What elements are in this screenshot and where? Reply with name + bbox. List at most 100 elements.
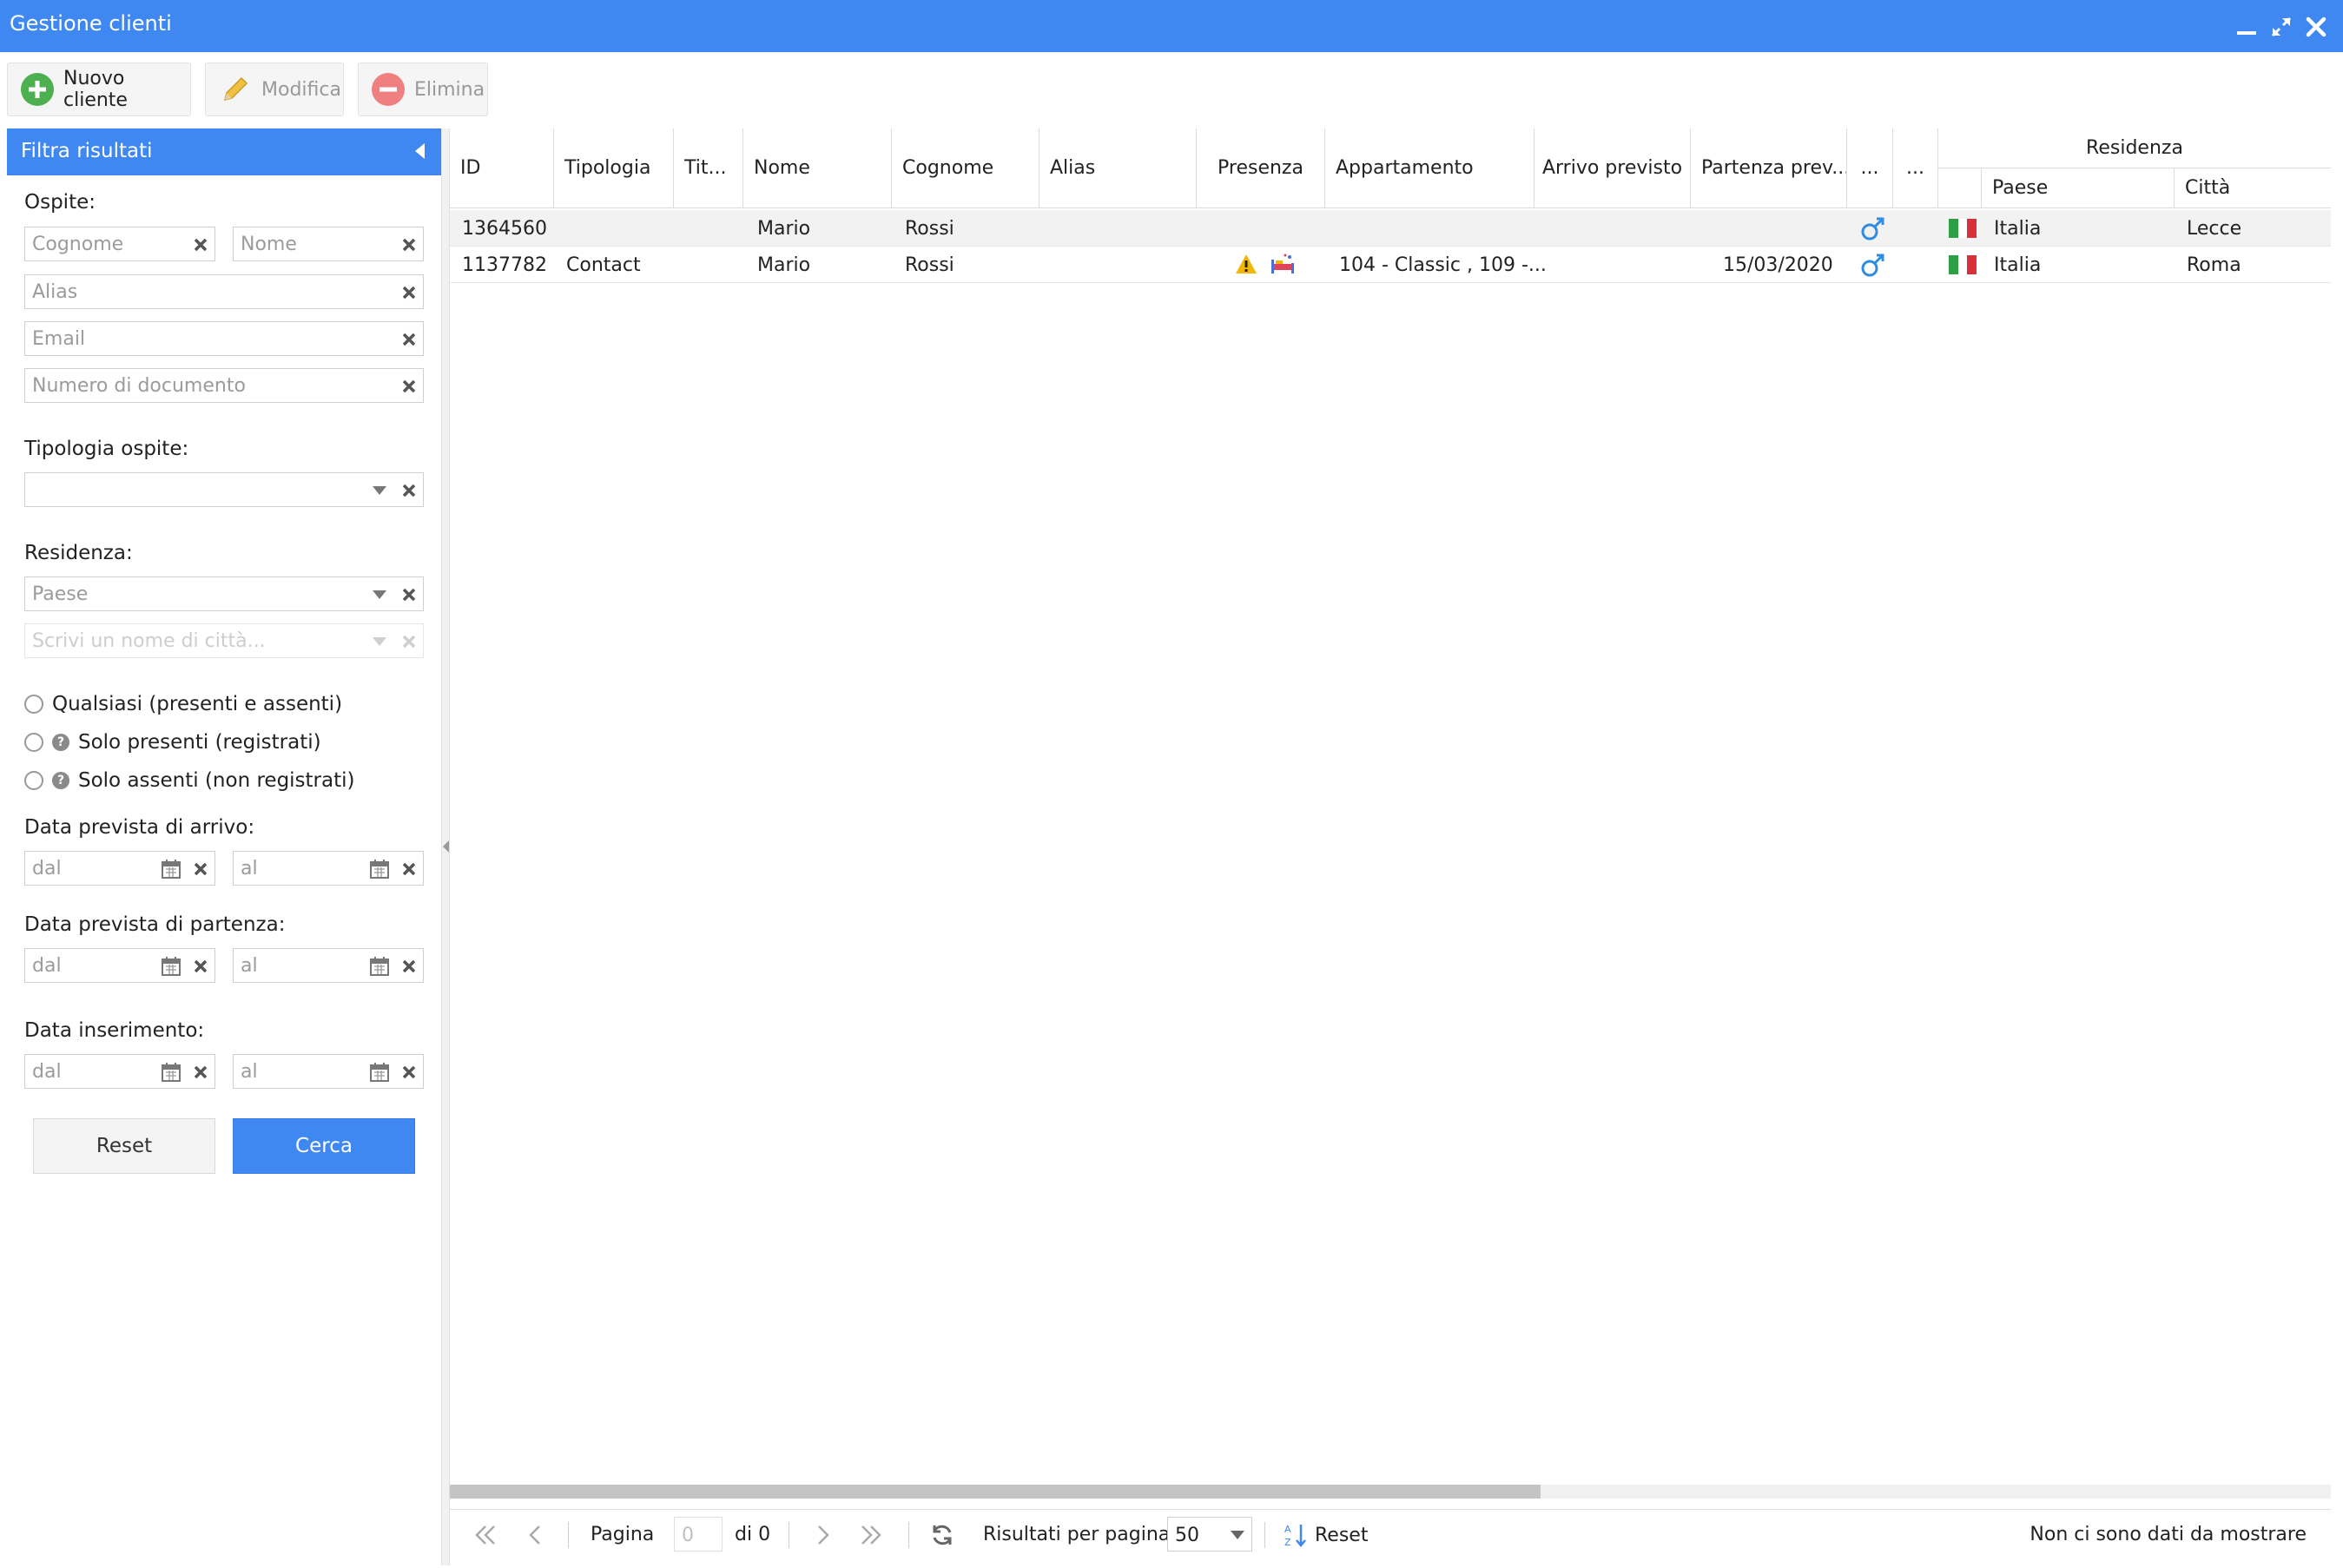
reset-filters-button[interactable]: Reset	[33, 1118, 215, 1174]
arrival-date-to-input[interactable]	[234, 852, 423, 885]
city-select[interactable]	[24, 623, 424, 658]
next-page-icon[interactable]	[809, 1522, 835, 1548]
minimize-icon[interactable]	[2235, 16, 2258, 38]
column-header-alias[interactable]: Alias	[1040, 128, 1197, 208]
radio-button[interactable]	[24, 771, 43, 790]
country-input[interactable]	[25, 577, 423, 610]
chevron-down-icon[interactable]	[373, 590, 386, 599]
first-page-icon[interactable]	[472, 1522, 498, 1548]
departure-date-to-input[interactable]	[234, 949, 423, 982]
column-header-city[interactable]: Città	[2175, 168, 2331, 208]
arrival-date-from-field[interactable]	[24, 851, 215, 886]
column-header-presence[interactable]: Presenza	[1197, 128, 1325, 208]
clear-icon[interactable]	[400, 958, 418, 975]
table-row[interactable]: 1137782 Contact Mario Rossi 104 - Classi…	[450, 247, 2331, 283]
presence-option-any[interactable]: Qualsiasi (presenti e assenti)	[24, 693, 342, 715]
arrival-date-from-input[interactable]	[25, 852, 214, 885]
surname-field[interactable]	[24, 227, 215, 261]
column-header-title[interactable]: Tit...	[674, 128, 743, 208]
insertion-date-to-field[interactable]	[233, 1054, 424, 1089]
calendar-icon[interactable]	[161, 859, 182, 880]
arrival-date-to-field[interactable]	[233, 851, 424, 886]
document-number-field[interactable]	[24, 368, 424, 403]
help-icon[interactable]: ?	[52, 772, 69, 789]
column-header-flag[interactable]	[1938, 168, 1982, 208]
email-field[interactable]	[24, 321, 424, 356]
insertion-date-to-input[interactable]	[234, 1055, 423, 1088]
clear-icon[interactable]	[400, 378, 418, 395]
column-header-id[interactable]: ID	[450, 128, 554, 208]
previous-page-icon[interactable]	[523, 1522, 549, 1548]
horizontal-scrollbar[interactable]	[450, 1485, 2331, 1499]
splitter-arrow-icon[interactable]	[443, 840, 450, 853]
maximize-icon[interactable]	[2270, 16, 2293, 38]
clear-icon[interactable]	[400, 586, 418, 603]
chevron-down-icon[interactable]	[1231, 1531, 1244, 1539]
guest-type-select[interactable]	[24, 472, 424, 507]
alias-field[interactable]	[24, 274, 424, 309]
column-header-more[interactable]: ...	[1847, 128, 1893, 208]
page-number-input[interactable]: 0	[674, 1517, 723, 1552]
chevron-down-icon[interactable]	[373, 486, 386, 495]
departure-date-from-field[interactable]	[24, 948, 215, 983]
alias-input[interactable]	[25, 275, 423, 308]
column-header-type[interactable]: Tipologia	[554, 128, 674, 208]
city-input[interactable]	[25, 624, 423, 657]
name-input[interactable]	[234, 227, 423, 260]
column-header-surname[interactable]: Cognome	[892, 128, 1040, 208]
help-icon[interactable]: ?	[52, 734, 69, 751]
name-field[interactable]	[233, 227, 424, 261]
document-number-input[interactable]	[25, 369, 423, 402]
panel-splitter[interactable]	[441, 128, 450, 1565]
country-select[interactable]	[24, 576, 424, 611]
clear-icon[interactable]	[400, 331, 418, 348]
calendar-icon[interactable]	[161, 1062, 182, 1083]
delete-button[interactable]: Elimina	[358, 63, 488, 116]
presence-option-present[interactable]: ? Solo presenti (registrati)	[24, 731, 321, 754]
email-input[interactable]	[25, 322, 423, 355]
column-header-country[interactable]: Paese	[1982, 168, 2175, 208]
clear-icon[interactable]	[192, 1064, 209, 1081]
search-button[interactable]: Cerca	[233, 1118, 415, 1174]
cell-name: Mario	[757, 218, 811, 240]
refresh-icon[interactable]	[929, 1522, 955, 1548]
clear-icon[interactable]	[400, 236, 418, 254]
radio-button[interactable]	[24, 695, 43, 714]
guest-label: Ospite:	[24, 191, 96, 214]
chevron-down-icon[interactable]	[373, 637, 386, 646]
clear-icon[interactable]	[400, 1064, 418, 1081]
table-row[interactable]: 1364560 Mario Rossi Italia Lecce	[450, 210, 2331, 247]
guest-type-input[interactable]	[25, 473, 423, 506]
collapse-panel-icon[interactable]	[413, 142, 426, 160]
surname-input[interactable]	[25, 227, 214, 260]
reset-sort-button[interactable]: AZ Reset	[1284, 1522, 1368, 1548]
clear-icon[interactable]	[192, 236, 209, 254]
column-header-arrival[interactable]: Arrivo previsto	[1534, 128, 1691, 208]
calendar-icon[interactable]	[369, 956, 390, 977]
calendar-icon[interactable]	[161, 956, 182, 977]
departure-date-to-field[interactable]	[233, 948, 424, 983]
clear-icon[interactable]	[400, 482, 418, 499]
close-icon[interactable]	[2305, 16, 2327, 38]
column-header-apartment[interactable]: Appartamento	[1325, 128, 1534, 208]
calendar-icon[interactable]	[369, 1062, 390, 1083]
clear-icon[interactable]	[400, 284, 418, 301]
column-header-more[interactable]: ...	[1893, 128, 1938, 208]
presence-option-absent[interactable]: ? Solo assenti (non registrati)	[24, 769, 355, 792]
results-per-page-select[interactable]: 50	[1167, 1517, 1252, 1552]
clear-icon[interactable]	[192, 860, 209, 878]
clear-icon[interactable]	[192, 958, 209, 975]
clear-icon[interactable]	[400, 633, 418, 650]
insertion-date-from-field[interactable]	[24, 1054, 215, 1089]
new-client-button[interactable]: Nuovo cliente	[7, 63, 191, 116]
last-page-icon[interactable]	[858, 1522, 884, 1548]
scrollbar-thumb[interactable]	[450, 1485, 1541, 1499]
insertion-date-from-input[interactable]	[25, 1055, 214, 1088]
column-header-name[interactable]: Nome	[743, 128, 892, 208]
departure-date-from-input[interactable]	[25, 949, 214, 982]
clear-icon[interactable]	[400, 860, 418, 878]
radio-button[interactable]	[24, 733, 43, 752]
calendar-icon[interactable]	[369, 859, 390, 880]
column-header-departure[interactable]: Partenza prev...	[1691, 128, 1847, 208]
edit-button[interactable]: Modifica	[205, 63, 344, 116]
